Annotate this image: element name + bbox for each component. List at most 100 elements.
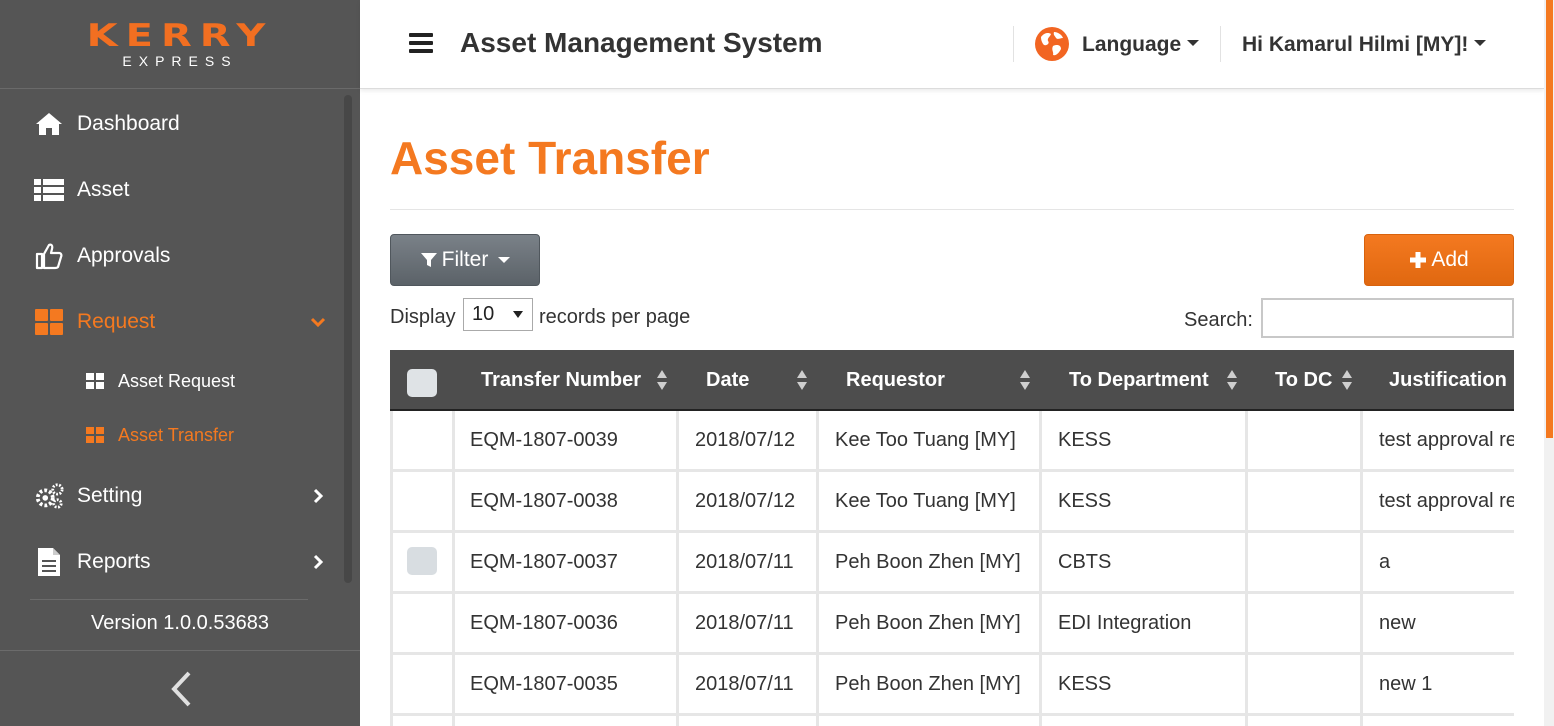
department-cell: KESS (1058, 489, 1112, 512)
language-label: Language (1082, 33, 1182, 56)
justification-cell: new 1 (1379, 672, 1433, 695)
thumbs-up-icon (34, 241, 64, 271)
department-cell: CBTS (1058, 550, 1112, 573)
sidebar-item-dashboard[interactable]: Dashboard (0, 102, 345, 146)
page-scrollbar-thumb[interactable] (1546, 0, 1553, 438)
requestor-cell: Peh Boon Zhen [MY] (835, 550, 1021, 573)
sidebar-item-reports[interactable]: Reports (0, 540, 345, 584)
globe-icon (1035, 27, 1069, 61)
display-label: Display (390, 306, 456, 328)
column-label: Transfer Number (481, 369, 642, 391)
user-menu-dropdown[interactable]: Hi Kamarul Hilmi [MY]! (1242, 33, 1487, 57)
department-cell: KESS (1058, 428, 1112, 451)
requestor-cell: Kee Too Tuang [MY] (835, 489, 1016, 512)
logo-subtext: EXPRESS (122, 53, 238, 69)
column-header-transfer-number[interactable]: Transfer Number (481, 350, 641, 411)
requestor-cell: Peh Boon Zhen [MY] (835, 672, 1021, 695)
column-label: Justification (1389, 369, 1507, 391)
column-label: Requestor (846, 369, 945, 391)
sidebar-subitem-asset-request[interactable]: Asset Request (0, 363, 345, 399)
sidebar-item-setting[interactable]: Setting (0, 474, 345, 518)
column-divider (676, 411, 679, 726)
table-row[interactable]: EQM-1807-0036 2018/07/11 Peh Boon Zhen [… (390, 594, 1514, 655)
home-icon (34, 109, 64, 139)
justification-cell: new (1379, 611, 1416, 634)
column-divider (816, 411, 819, 726)
records-per-page-label: records per page (539, 306, 691, 328)
sidebar-item-label: Approvals (77, 244, 171, 267)
filter-label: Filter (441, 248, 489, 271)
filter-button[interactable]: Filter (390, 234, 540, 286)
date-cell: 2018/07/12 (695, 489, 796, 512)
transfer-number-cell[interactable]: EQM-1807-0039 (470, 411, 618, 469)
sidebar-item-label: Dashboard (77, 112, 180, 135)
date-cell: 2018/07/12 (695, 428, 796, 451)
row-checkbox[interactable] (407, 547, 437, 575)
language-dropdown[interactable]: Language (1082, 33, 1200, 57)
kerry-express-logo[interactable]: KERRY EXPRESS (0, 0, 360, 89)
sort-icon[interactable] (1227, 370, 1237, 392)
sort-icon[interactable] (1020, 370, 1030, 392)
column-header-to-dc[interactable]: To DC (1275, 350, 1332, 411)
sidebar-item-label: Asset (77, 178, 130, 201)
department-cell: EDI Integration (1058, 611, 1192, 634)
sort-icon[interactable] (657, 370, 667, 392)
sidebar-subitem-label: Asset Request (118, 370, 236, 391)
column-divider (1245, 411, 1248, 726)
sidebar-item-approvals[interactable]: Approvals (0, 234, 345, 278)
sidebar-item-asset[interactable]: Asset (0, 168, 345, 212)
column-header-justification[interactable]: Justification (1389, 350, 1507, 411)
collapse-sidebar-button[interactable] (165, 668, 197, 710)
chevron-left-icon (171, 671, 191, 707)
transfer-number-cell[interactable]: EQM-1807-0035 (470, 655, 618, 713)
transfer-number-cell[interactable]: EQM-1807-0037 (470, 533, 618, 591)
department-cell: KESS (1058, 672, 1112, 695)
sidebar: KERRY EXPRESS Dashboard Asset Approvals … (0, 0, 360, 726)
app-title: Asset Management System (460, 27, 823, 58)
sidebar-scrollbar[interactable] (344, 95, 352, 583)
sort-icon[interactable] (797, 370, 807, 392)
sidebar-item-request[interactable]: Request (0, 300, 345, 344)
table-row[interactable]: EQM-1807-0035 2018/07/11 Peh Boon Zhen [… (390, 655, 1514, 716)
add-button[interactable]: Add (1364, 234, 1514, 286)
transfer-number-cell[interactable]: EQM-1807-0036 (470, 594, 618, 652)
caret-down-icon (1187, 40, 1200, 47)
table-row[interactable]: EQM-1807-0037 2018/07/11 Peh Boon Zhen [… (390, 533, 1514, 594)
sidebar-item-label: Request (77, 310, 156, 333)
page-title: Asset Transfer (390, 132, 710, 184)
requestor-cell: Peh Boon Zhen [MY] (835, 611, 1021, 634)
sidebar-divider (30, 599, 308, 600)
page-size-select[interactable]: 10 (463, 298, 533, 331)
chevron-right-icon (306, 550, 330, 574)
sidebar-item-label: Setting (77, 484, 143, 507)
hamburger-menu-icon[interactable] (409, 33, 433, 55)
table-body: EQM-1807-0039 2018/07/12 Kee Too Tuang [… (390, 411, 1514, 716)
table-left-border (390, 411, 393, 726)
gears-icon (34, 481, 64, 511)
column-header-requestor[interactable]: Requestor (846, 350, 945, 411)
date-cell: 2018/07/11 (695, 611, 794, 634)
chevron-right-icon (306, 484, 330, 508)
column-header-date[interactable]: Date (706, 350, 749, 411)
table-row[interactable]: EQM-1807-0039 2018/07/12 Kee Too Tuang [… (390, 411, 1514, 472)
column-label: To DC (1275, 369, 1333, 391)
date-cell: 2018/07/11 (695, 550, 794, 573)
column-label: Date (706, 369, 750, 391)
column-header-to-department[interactable]: To Department (1069, 350, 1209, 411)
table-row[interactable]: EQM-1807-0038 2018/07/12 Kee Too Tuang [… (390, 472, 1514, 533)
caret-down-icon (498, 257, 511, 263)
select-all-checkbox[interactable] (407, 369, 437, 397)
logo-wordmark: KERRY (86, 18, 274, 54)
justification-cell: test approval re (1379, 489, 1514, 512)
transfer-number-cell[interactable]: EQM-1807-0038 (470, 472, 618, 530)
column-label: To Department (1069, 369, 1209, 391)
sidebar-subitem-asset-transfer[interactable]: Asset Transfer (0, 417, 345, 453)
search-input[interactable] (1261, 298, 1514, 338)
caret-down-icon (1474, 40, 1487, 47)
sort-icon[interactable] (1342, 370, 1352, 392)
user-greeting: Hi Kamarul Hilmi [MY]! (1242, 33, 1469, 56)
funnel-icon (420, 253, 437, 267)
justification-cell: a (1379, 550, 1391, 573)
select-arrow-icon (513, 311, 523, 318)
column-divider (1360, 411, 1363, 726)
